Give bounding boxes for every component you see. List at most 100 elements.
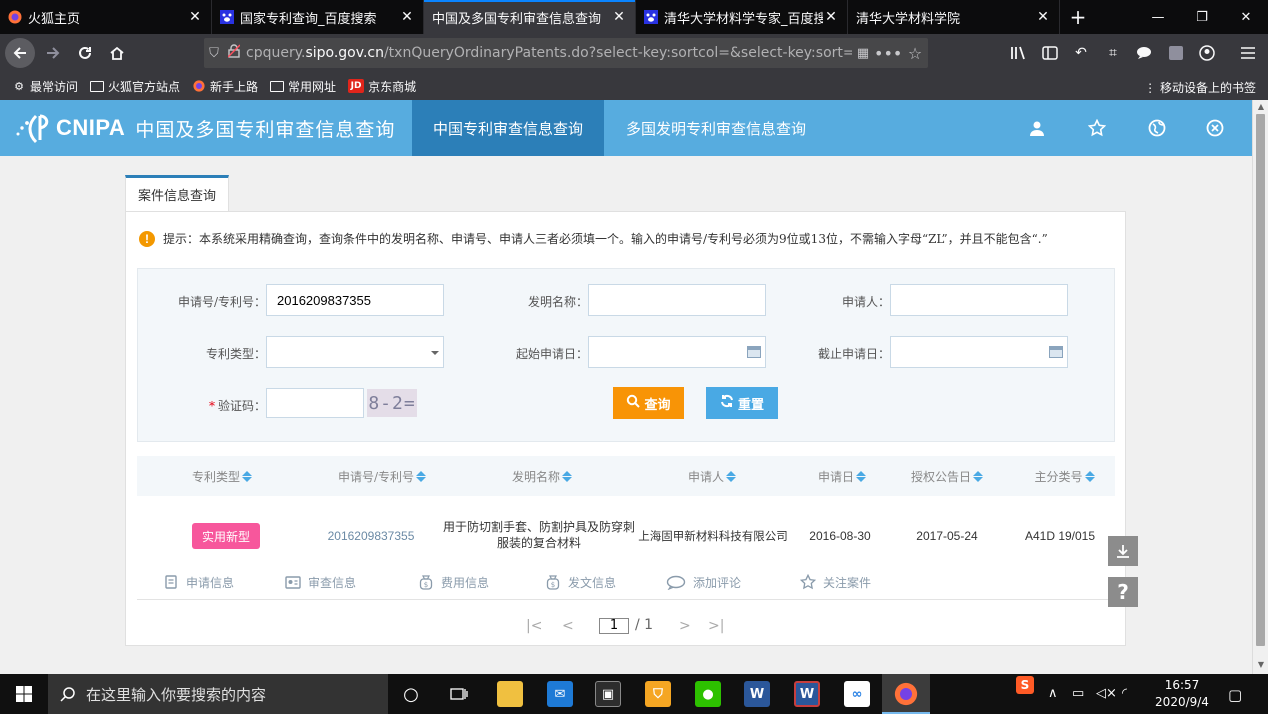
row-app-no[interactable]: 2016209837355 [312, 528, 430, 544]
bookmark-mobile[interactable]: ⋮ 移动设备上的书签 [1144, 79, 1256, 96]
file-explorer-icon[interactable] [497, 681, 523, 707]
bookmark-most-visited[interactable]: ⚙ 最常访问 [12, 78, 78, 95]
cortana-icon[interactable]: ○ [398, 681, 424, 707]
library-icon[interactable] [1009, 43, 1029, 63]
col-patent-type[interactable]: 专利类型 [162, 456, 282, 496]
chat-icon[interactable] [1134, 43, 1154, 63]
tray-chevron-icon[interactable]: ∧ [1048, 686, 1058, 701]
globe-icon[interactable] [1146, 117, 1168, 139]
network-icon[interactable]: ◜ [1122, 686, 1127, 701]
action-follow-case[interactable]: 关注案件 [800, 572, 871, 592]
qr-code-icon[interactable]: ▦ [852, 46, 874, 61]
reload-button[interactable] [70, 38, 100, 68]
mail-icon[interactable]: ✉ [547, 681, 573, 707]
insecure-lock-icon[interactable] [224, 44, 244, 62]
security-icon[interactable]: ⛉ [645, 681, 671, 707]
sort-icon[interactable] [562, 470, 572, 482]
col-app-no[interactable]: 申请号/专利号 [312, 456, 452, 496]
page-number-input[interactable]: 1 [599, 618, 629, 634]
captcha-image[interactable]: 8-2= [367, 389, 417, 417]
nav-china-patent-query[interactable]: 中国专利审查信息查询 [412, 100, 604, 156]
menu-icon[interactable] [1238, 43, 1258, 63]
col-filing-date[interactable]: 申请日 [797, 456, 887, 496]
battery-icon[interactable]: ▭ [1072, 686, 1084, 701]
baidu-netdisk-icon[interactable]: ∞ [844, 681, 870, 707]
help-button[interactable]: ? [1108, 577, 1138, 607]
close-icon[interactable]: ✕ [1035, 9, 1051, 25]
close-icon[interactable]: ✕ [399, 9, 415, 25]
store-icon[interactable]: ▣ [595, 681, 621, 707]
reset-button[interactable]: 重置 [706, 387, 778, 419]
sort-icon[interactable] [1084, 470, 1095, 482]
url-bar[interactable]: ⛉ cpquery.sipo.gov.cn/txnQueryOrdinaryPa… [204, 38, 928, 68]
screenshot-icon[interactable]: ⌗ [1103, 43, 1123, 63]
col-grant-date[interactable]: 授权公告日 [897, 456, 997, 496]
task-view-icon[interactable] [446, 681, 472, 707]
logout-icon[interactable] [1204, 117, 1226, 139]
last-page-button[interactable]: >| [708, 617, 724, 635]
sort-icon[interactable] [242, 470, 252, 482]
bookmark-jd-mall[interactable]: JD 京东商城 [348, 78, 416, 95]
vertical-scrollbar[interactable]: ▲ ▼ [1252, 100, 1268, 674]
sidebar-icon[interactable] [1040, 43, 1060, 63]
back-button[interactable] [5, 38, 35, 68]
taskbar-firefox[interactable] [882, 674, 930, 714]
download-button[interactable] [1108, 536, 1138, 566]
prev-page-button[interactable]: < [562, 617, 574, 635]
restore-icon[interactable]: ❐ [1180, 0, 1224, 34]
scroll-up-icon[interactable]: ▲ [1253, 100, 1268, 114]
col-applicant[interactable]: 申请人 [652, 456, 772, 496]
account-icon[interactable] [1197, 43, 1217, 63]
tab-cnipa-query[interactable]: 中国及多国专利审查信息查询 ✕ [424, 0, 636, 34]
action-fee-info[interactable]: $ 费用信息 [418, 572, 489, 592]
home-button[interactable] [102, 38, 132, 68]
windows-start-button[interactable] [0, 674, 48, 714]
user-icon[interactable] [1026, 117, 1048, 139]
row-invention-title[interactable]: 用于防切割手套、防割护具及防穿刺服装的复合材料 [439, 518, 639, 552]
sort-icon[interactable] [726, 470, 736, 482]
applicant-input[interactable] [890, 284, 1068, 316]
scroll-thumb[interactable] [1256, 114, 1265, 646]
window-close-icon[interactable]: ✕ [1224, 0, 1268, 34]
action-application-info[interactable]: 申请信息 [163, 572, 234, 592]
tab-patent-search-baidu[interactable]: 国家专利查询_百度搜索 ✕ [212, 0, 424, 34]
action-add-comment[interactable]: 添加评论 [666, 572, 741, 592]
query-button[interactable]: 查询 [613, 387, 684, 419]
page-actions-icon[interactable]: ••• [874, 44, 902, 63]
col-ipc[interactable]: 主分类号 [1017, 456, 1112, 496]
taskbar-search-box[interactable]: 在这里输入你要搜索的内容 [48, 674, 388, 714]
sort-icon[interactable] [973, 470, 983, 482]
calendar-icon[interactable] [747, 346, 761, 358]
close-icon[interactable]: ✕ [611, 9, 627, 25]
next-page-button[interactable]: > [679, 617, 691, 635]
col-invention-name[interactable]: 发明名称 [482, 456, 602, 496]
minimize-icon[interactable]: — [1136, 0, 1180, 34]
invention-name-input[interactable] [588, 284, 766, 316]
tab-firefox-home[interactable]: 火狐主页 ✕ [0, 0, 212, 34]
undo-icon[interactable]: ↶ [1071, 43, 1091, 63]
url-text[interactable]: cpquery.sipo.gov.cn/txnQueryOrdinaryPate… [244, 45, 852, 61]
bookmark-firefox-site[interactable]: 火狐官方站点 [90, 78, 180, 95]
tab-tsinghua-materials[interactable]: 清华大学材料学院 ✕ [848, 0, 1060, 34]
bookmark-star-icon[interactable]: ☆ [902, 44, 928, 63]
notification-icon[interactable]: ▢ [1228, 686, 1242, 704]
forward-button[interactable] [38, 38, 68, 68]
tab-case-info-query[interactable]: 案件信息查询 [125, 175, 229, 211]
tab-tsinghua-experts[interactable]: 清华大学材料学专家_百度搜索 ✕ [636, 0, 848, 34]
star-icon[interactable] [1086, 117, 1108, 139]
sort-icon[interactable] [416, 470, 427, 482]
close-icon[interactable]: ✕ [823, 9, 839, 25]
calendar-icon[interactable] [1049, 346, 1063, 358]
scroll-down-icon[interactable]: ▼ [1253, 658, 1268, 672]
sogou-ime-icon[interactable]: S [1016, 676, 1034, 694]
word-icon[interactable]: W [794, 681, 820, 707]
end-date-input[interactable] [890, 336, 1068, 368]
volume-icon[interactable]: ◁× [1096, 686, 1117, 701]
first-page-button[interactable]: |< [526, 617, 542, 635]
wechat-icon[interactable]: ● [695, 681, 721, 707]
action-notice-info[interactable]: $ 发文信息 [545, 572, 616, 592]
captcha-input[interactable] [266, 388, 364, 418]
action-examination-info[interactable]: 审查信息 [285, 572, 356, 592]
close-icon[interactable]: ✕ [187, 9, 203, 25]
bookmark-common-sites[interactable]: 常用网址 [270, 78, 336, 95]
